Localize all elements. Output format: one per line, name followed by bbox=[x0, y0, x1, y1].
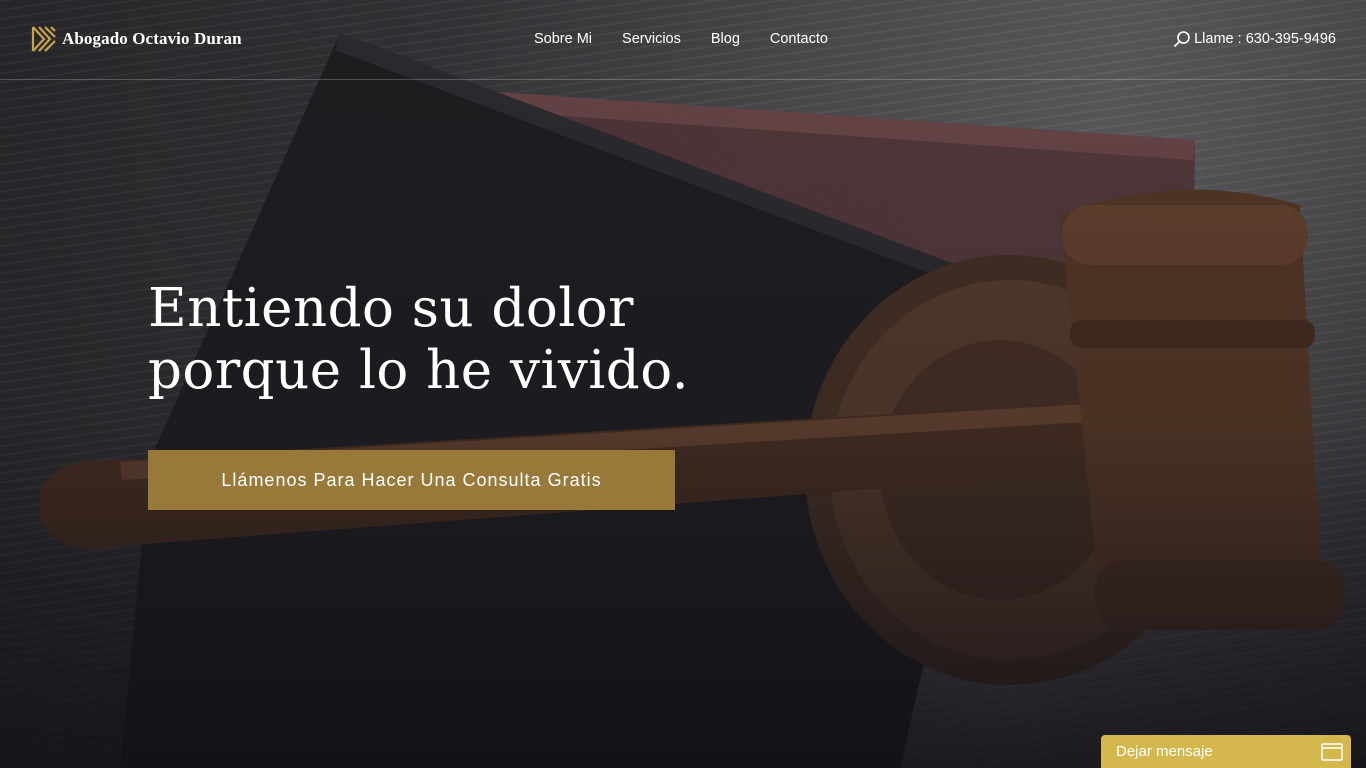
main-nav: Sobre Mi Servicios Blog Contacto bbox=[534, 30, 828, 48]
brand-link[interactable]: Abogado Octavio Duran bbox=[30, 25, 242, 53]
brand-name: Abogado Octavio Duran bbox=[62, 29, 242, 48]
call-phone-text: Llame : 630-395-9496 bbox=[1194, 31, 1336, 47]
call-phone-link[interactable]: Llame : 630-395-9496 bbox=[1173, 30, 1336, 48]
hero-headline-line-1: Entiendo su dolor bbox=[148, 278, 634, 339]
nav-contacto[interactable]: Contacto bbox=[770, 30, 828, 48]
free-consultation-button[interactable]: Llámenos Para Hacer Una Consulta Gratis bbox=[148, 450, 675, 510]
window-icon bbox=[1321, 742, 1343, 761]
hero-headline-line-2: porque lo he vivido. bbox=[148, 340, 690, 401]
nav-blog[interactable]: Blog bbox=[711, 30, 740, 48]
leave-message-widget[interactable]: Dejar mensaje bbox=[1101, 735, 1351, 768]
hero-headline: Entiendo su dolor porque lo he vivido. bbox=[148, 278, 689, 402]
landing-page: Abogado Octavio Duran Sobre Mi Servicios… bbox=[0, 0, 1366, 768]
leave-message-label: Dejar mensaje bbox=[1116, 743, 1213, 760]
site-header: Abogado Octavio Duran Sobre Mi Servicios… bbox=[0, 0, 1366, 80]
nav-servicios[interactable]: Servicios bbox=[622, 30, 681, 48]
gold-stripes-logo-icon bbox=[31, 26, 56, 52]
nav-sobre-mi[interactable]: Sobre Mi bbox=[534, 30, 592, 48]
search-icon bbox=[1174, 31, 1190, 47]
